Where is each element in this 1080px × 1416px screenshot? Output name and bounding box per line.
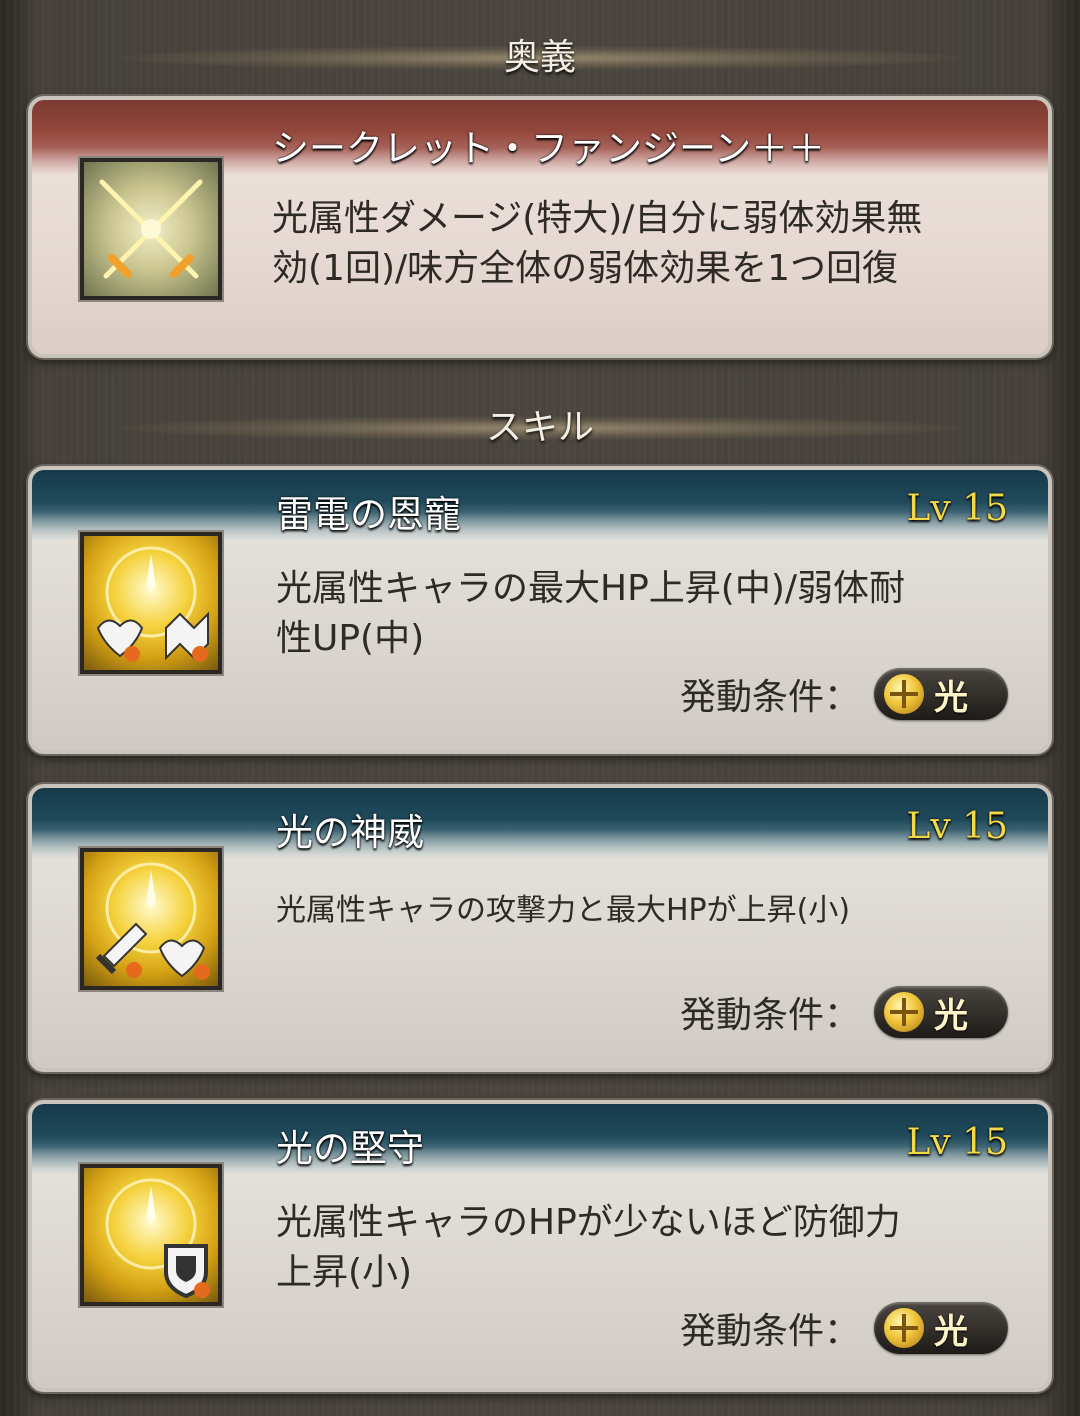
- light-defense-up-icon: [80, 1164, 222, 1306]
- light-orb-icon: [884, 1308, 924, 1348]
- crossed-swords-icon: [80, 158, 222, 300]
- skill-description-line1: 光属性キャラの最大HP上昇(中)/弱体耐: [276, 568, 905, 609]
- ougi-description-line2: 効(1回)/味方全体の弱体効果を1つ回復: [272, 248, 899, 289]
- activation-condition: 発動条件： 光: [680, 668, 1008, 720]
- ougi-card[interactable]: シークレット・ファンジーン＋＋ 光属性ダメージ(特大)/自分に弱体効果無 効(1…: [28, 96, 1052, 358]
- light-element-badge: 光: [874, 668, 1008, 720]
- skill-level: Lv 15: [906, 1122, 1009, 1163]
- activation-condition: 発動条件： 光: [680, 986, 1008, 1038]
- condition-element: 光: [934, 1311, 968, 1352]
- skill-description: 光属性キャラの攻撃力と最大HPが上昇(小): [276, 886, 1016, 936]
- skill-name: 光の堅守: [276, 1127, 424, 1170]
- skill-section-header: スキル: [0, 398, 1080, 458]
- skill-card[interactable]: 雷電の恩寵 Lv 15 光属性キャラの最大HP上昇(中)/弱体耐 性UP(中) …: [28, 466, 1052, 754]
- condition-element: 光: [934, 995, 968, 1036]
- skill-level: Lv 15: [906, 806, 1009, 847]
- skill-card[interactable]: 光の堅守 Lv 15 光属性キャラのHPが少ないほど防御力 上昇(小) 発動条件…: [28, 1100, 1052, 1392]
- condition-label: 発動条件：: [679, 995, 860, 1036]
- skill-header-label: スキル: [485, 407, 594, 448]
- skill-name: 雷電の恩寵: [276, 493, 461, 536]
- ougi-header-label: 奥義: [503, 37, 576, 78]
- light-element-badge: 光: [874, 986, 1008, 1038]
- condition-label: 発動条件：: [679, 1311, 860, 1352]
- skill-description-line1: 光属性キャラのHPが少ないほど防御力: [276, 1202, 901, 1243]
- light-hp-debuff-resist-up-icon: [80, 532, 222, 674]
- skill-name: 光の神威: [276, 811, 424, 854]
- skill-description: 光属性キャラの最大HP上昇(中)/弱体耐 性UP(中): [276, 564, 1016, 664]
- ougi-description-line1: 光属性ダメージ(特大)/自分に弱体効果無: [272, 198, 923, 239]
- skill-description-line1: 光属性キャラの攻撃力と最大HPが上昇(小): [276, 893, 851, 928]
- ougi-description: 光属性ダメージ(特大)/自分に弱体効果無 効(1回)/味方全体の弱体効果を1つ回…: [272, 194, 1012, 294]
- condition-label: 発動条件：: [679, 677, 860, 718]
- ougi-name: シークレット・ファンジーン＋＋: [272, 127, 826, 170]
- light-orb-icon: [884, 674, 924, 714]
- skill-description-line2: 性UP(中): [276, 618, 425, 659]
- light-element-badge: 光: [874, 1302, 1008, 1354]
- skill-card[interactable]: 光の神威 Lv 15 光属性キャラの攻撃力と最大HPが上昇(小) 発動条件： 光: [28, 784, 1052, 1072]
- skill-description-line2: 上昇(小): [276, 1252, 413, 1293]
- skill-description: 光属性キャラのHPが少ないほど防御力 上昇(小): [276, 1198, 1016, 1298]
- light-orb-icon: [884, 992, 924, 1032]
- condition-element: 光: [934, 677, 968, 718]
- light-atk-hp-up-icon: [80, 848, 222, 990]
- ougi-section-header: 奥義: [0, 28, 1080, 88]
- skill-level: Lv 15: [906, 488, 1009, 529]
- activation-condition: 発動条件： 光: [680, 1302, 1008, 1354]
